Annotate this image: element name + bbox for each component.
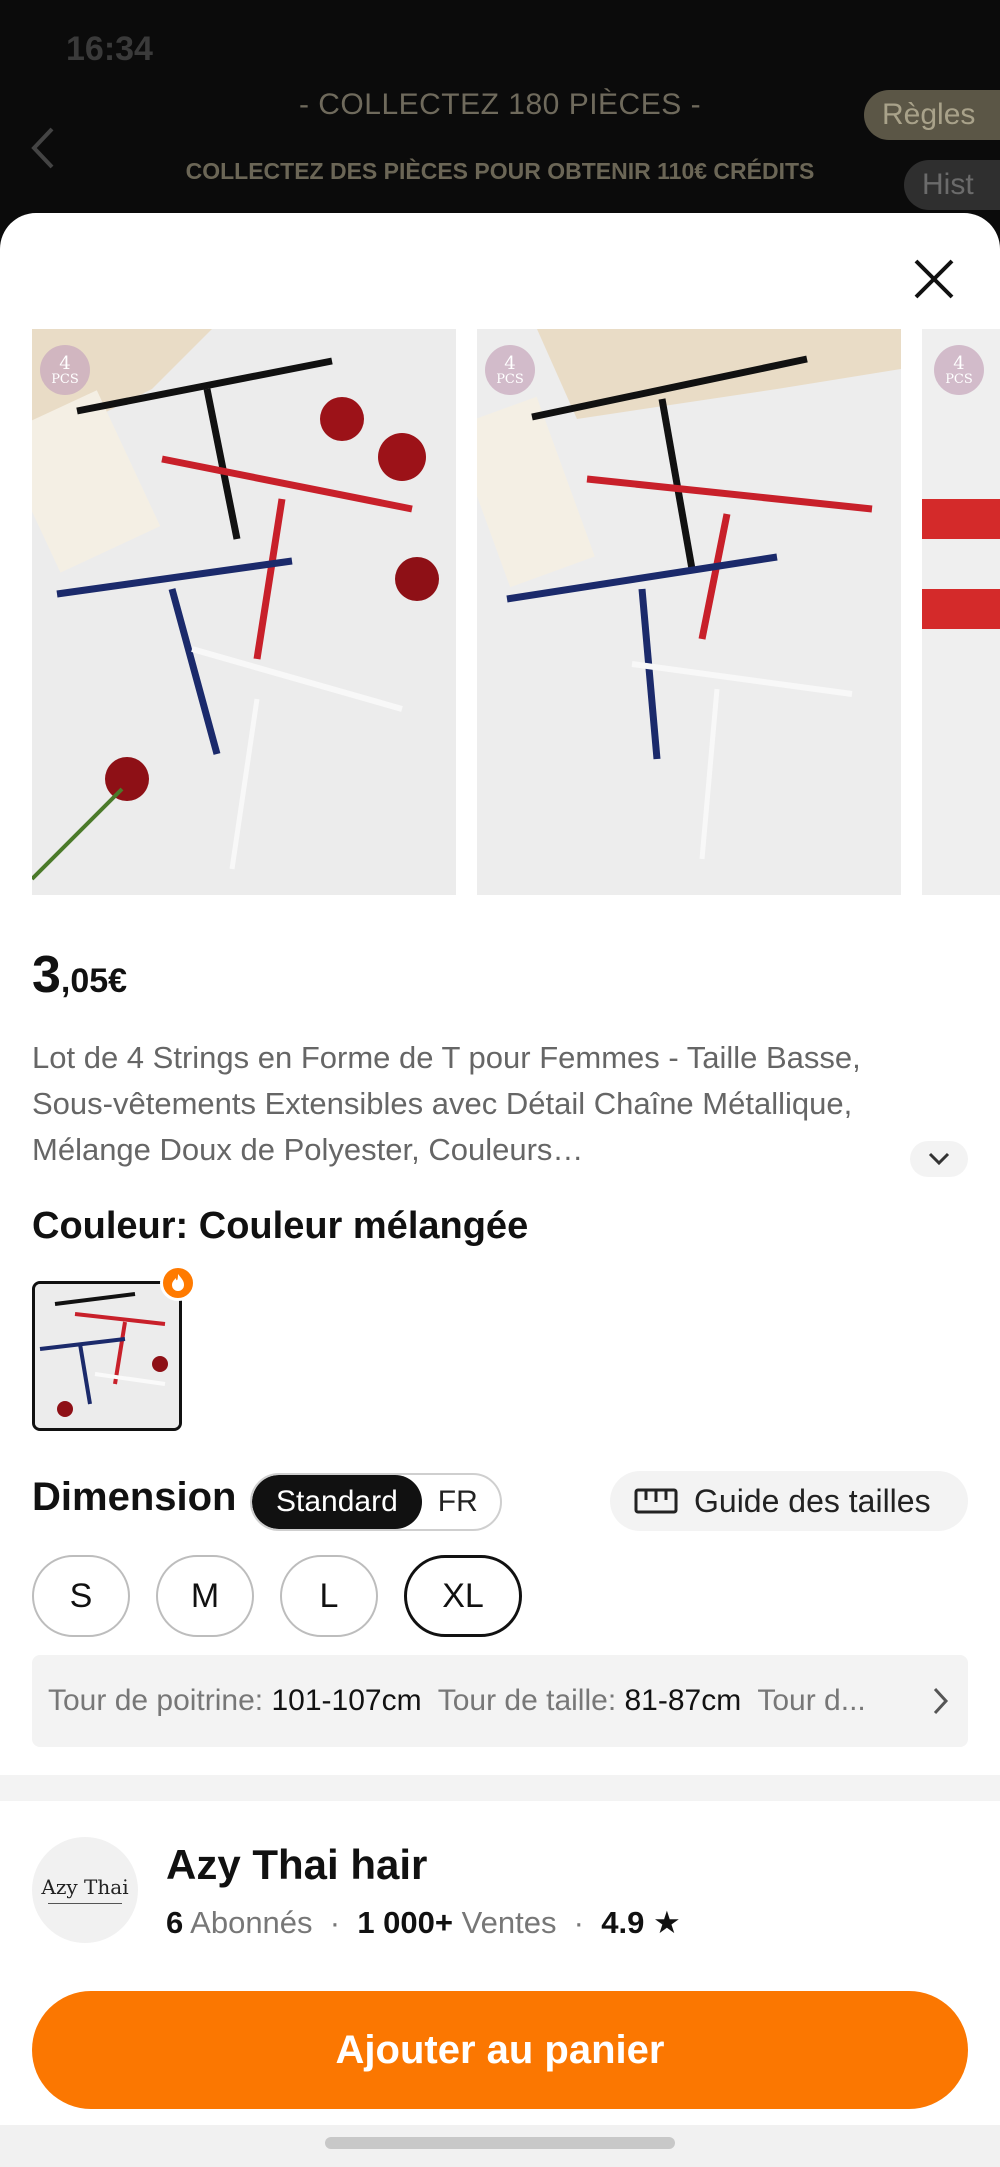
size-guide-label: Guide des tailles xyxy=(694,1482,931,1519)
background-title: - COLLECTEZ 180 PIÈCES - xyxy=(298,88,702,121)
size-options: S M L XL xyxy=(32,1555,522,1637)
product-sheet: 4 PCS 4 PCS 4 PCS 3,05€ Lot de 4 Strings… xyxy=(0,213,1000,2167)
pcs-badge: 4 PCS xyxy=(934,345,984,395)
size-option-l[interactable]: L xyxy=(280,1555,378,1637)
background-subtitle: COLLECTEZ DES PIÈCES POUR OBTENIR 110€ C… xyxy=(185,158,815,184)
chevron-down-icon xyxy=(928,1152,950,1166)
bust-value: 101-107cm xyxy=(271,1684,422,1717)
product-image-2[interactable]: 4 PCS xyxy=(477,329,901,895)
size-unit-toggle: Standard FR xyxy=(250,1473,502,1531)
chevron-right-icon xyxy=(933,1687,949,1715)
unit-fr[interactable]: FR xyxy=(422,1475,500,1529)
ruler-icon xyxy=(634,1488,678,1514)
store-logo[interactable]: Azy Thai xyxy=(32,1837,138,1943)
store-name[interactable]: Azy Thai hair xyxy=(166,1841,427,1889)
color-value: Couleur mélangée xyxy=(198,1205,529,1247)
size-measurements[interactable]: Tour de poitrine: 101-107cm Tour de tail… xyxy=(32,1655,968,1747)
product-description: Lot de 4 Strings en Forme de T pour Femm… xyxy=(32,1040,861,1167)
screen: 16:34 - COLLECTEZ 180 PIÈCES - COLLECTEZ… xyxy=(0,0,1000,2167)
size-option-m[interactable]: M xyxy=(156,1555,254,1637)
status-time: 16:34 xyxy=(66,30,153,68)
history-button[interactable]: Hist xyxy=(904,160,1000,210)
product-image-3[interactable]: 4 PCS xyxy=(922,329,1000,895)
dimension-label: Dimension xyxy=(32,1475,237,1519)
store-stats: 6 Abonnés · 1 000+ Ventes · 4.9 ★ xyxy=(166,1905,681,1940)
size-option-xl[interactable]: XL xyxy=(404,1555,522,1637)
star-icon: ★ xyxy=(652,1905,681,1940)
fire-icon xyxy=(160,1265,196,1301)
size-guide-button[interactable]: Guide des tailles xyxy=(610,1471,968,1531)
product-image-1[interactable]: 4 PCS xyxy=(32,329,456,895)
pcs-badge: 4 PCS xyxy=(485,345,535,395)
section-divider xyxy=(0,1775,1000,1801)
waist-value: 81-87cm xyxy=(624,1684,742,1717)
home-indicator[interactable] xyxy=(325,2137,675,2149)
image-gallery[interactable]: 4 PCS 4 PCS 4 PCS xyxy=(0,329,1000,895)
price: 3,05€ xyxy=(32,945,127,1005)
size-option-s[interactable]: S xyxy=(32,1555,130,1637)
add-to-cart-button[interactable]: Ajouter au panier xyxy=(32,1991,968,2109)
unit-standard[interactable]: Standard xyxy=(252,1475,422,1529)
expand-description-button[interactable] xyxy=(910,1141,968,1177)
price-whole: 3 xyxy=(32,946,61,1004)
color-swatch-selected[interactable] xyxy=(32,1281,182,1431)
rules-button[interactable]: Règles xyxy=(864,90,1000,140)
close-icon[interactable] xyxy=(908,253,960,305)
pcs-badge: 4 PCS xyxy=(40,345,90,395)
price-decimal: ,05€ xyxy=(60,962,128,1000)
color-label: Couleur: Couleur mélangée xyxy=(32,1205,529,1247)
